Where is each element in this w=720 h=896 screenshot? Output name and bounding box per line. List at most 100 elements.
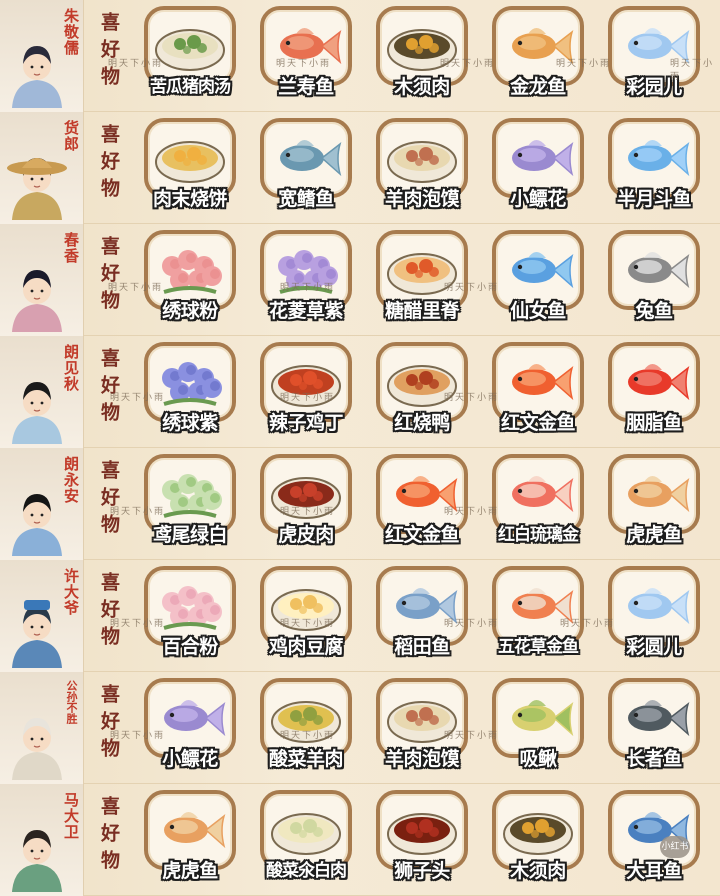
character-panel: 许大爷 [0,560,84,672]
character-preference-sheet: 朱敬儒 喜好物 苦瓜猪肉汤 兰寿鱼 木须肉 金龙鱼 彩园儿 货郎 喜好物 肉末烧饼 宽鳍鱼 羊肉泡馍小… [0,0,720,896]
favorite-item[interactable]: 羊肉泡馍 [372,118,472,220]
item-label: 兔鱼 [635,300,673,322]
item-label: 绣球紫 [162,412,218,434]
item-label: 羊肉泡馍 [384,748,460,770]
character-name: 朗永安 [62,456,80,504]
item-label: 红文金鱼 [384,524,460,546]
watermark-text: 明天下小雨 [444,283,500,293]
item-label: 长者鱼 [626,748,682,770]
item-label: 大耳鱼 [626,860,682,882]
favorite-item[interactable]: 仙女鱼 [488,230,588,332]
favorite-item[interactable]: 狮子头 [372,790,472,892]
watermark-text: 明天下小雨 [280,507,336,517]
favorite-item[interactable]: 肉末烧饼 [140,118,240,220]
favorite-item[interactable]: 虎虎鱼 [140,790,240,892]
item-label: 半月斗鱼 [616,188,692,210]
favorite-item[interactable]: 彩圆儿 [604,566,704,668]
item-label: 仙女鱼 [510,300,566,322]
watermark-text: 明天下小雨 [280,619,336,629]
character-name: 货郎 [62,120,80,152]
favorite-item[interactable]: 红文金鱼 [488,342,588,444]
item-label: 虎皮肉 [278,524,334,546]
character-name: 马大卫 [62,792,80,840]
favorite-item[interactable]: 大耳鱼 [604,790,704,892]
item-label: 虎虎鱼 [162,860,218,882]
item-label: 虎虎鱼 [626,524,682,546]
item-label: 酸菜氽白肉 [266,861,347,881]
character-row: 公孙不胜 喜好物小鳔花 酸菜羊肉 羊肉泡馍 吸鳅 长者鱼 [0,672,720,784]
watermark-text: 明天下小雨 [670,59,715,82]
item-label: 红文金鱼 [500,412,576,434]
item-label: 花菱草紫 [268,300,344,322]
item-label: 鸢尾绿白 [152,524,228,546]
favorite-item[interactable]: 宽鳍鱼 [256,118,356,220]
watermark-text: 明天下小雨 [108,283,164,293]
favorites-heading: 喜好物 [98,796,120,877]
favorites-heading: 喜好物 [98,124,120,205]
item-label: 肉末烧饼 [152,188,228,210]
item-label: 木须肉 [394,76,450,98]
favorites-heading: 喜好物 [98,12,120,93]
character-panel: 公孙不胜 [0,672,84,784]
item-label: 绣球粉 [162,300,218,322]
item-label: 金龙鱼 [510,76,566,98]
watermark-text: 明天下小雨 [444,619,500,629]
character-name: 朱敬儒 [62,8,80,56]
favorite-item[interactable]: 半月斗鱼 [604,118,704,220]
favorite-item[interactable]: 胭脂鱼 [604,342,704,444]
item-label: 宽鳍鱼 [278,188,334,210]
character-row: 马大卫 喜好物虎虎鱼 酸菜氽白肉 狮子头 木须肉 大耳鱼 [0,784,720,896]
watermark-text: 明天下小雨 [444,393,500,403]
character-name: 朗见秋 [62,344,80,392]
item-label: 稻田鱼 [394,636,450,658]
item-label: 酸菜羊肉 [268,748,344,770]
favorite-item[interactable]: 小鳔花 [488,118,588,220]
favorite-item[interactable]: 酸菜氽白肉 [256,790,356,892]
platform-badge: 小红书 [660,836,690,858]
character-panel: 朱敬儒 [0,0,84,112]
favorites-heading: 喜好物 [98,572,120,653]
favorite-item[interactable]: 木须肉 [488,790,588,892]
favorite-item[interactable]: 红白琉璃金 [488,454,588,556]
watermark-text: 明天下小雨 [440,59,496,69]
watermark-text: 明天下小雨 [110,731,166,741]
character-row: 朗永安 喜好物鸢尾绿白 虎皮肉 红文金鱼 红白琉璃金 虎虎鱼 [0,448,720,560]
item-label: 糖醋里脊 [384,300,460,322]
item-label: 红白琉璃金 [498,525,579,545]
favorites-heading: 喜好物 [98,348,120,429]
item-label: 鸡肉豆腐 [268,636,344,658]
character-panel: 马大卫 [0,784,84,896]
watermark-text: 明天下小雨 [280,283,336,293]
item-label: 木须肉 [510,860,566,882]
watermark-text: 明天下小雨 [280,731,336,741]
character-row: 朗见秋 喜好物绣球紫 辣子鸡丁 红烧鸭 红文金鱼 胭脂鱼 [0,336,720,448]
favorite-item[interactable]: 吸鳅 [488,678,588,780]
character-panel: 春香 [0,224,84,336]
favorite-item[interactable]: 虎虎鱼 [604,454,704,556]
watermark-text: 明天下小雨 [556,59,612,69]
watermark-text: 明天下小雨 [108,59,164,69]
character-name: 公孙不胜 [65,680,78,724]
item-label: 辣子鸡丁 [268,412,344,434]
character-panel: 朗见秋 [0,336,84,448]
favorite-item[interactable]: 兔鱼 [604,230,704,332]
item-label: 红烧鸭 [394,412,450,434]
watermark-text: 明天下小雨 [444,507,500,517]
watermark-text: 明天下小雨 [110,393,166,403]
item-label: 吸鳅 [519,748,557,770]
watermark-text: 明天下小雨 [444,731,500,741]
watermark-text: 明天下小雨 [560,619,616,629]
item-label: 百合粉 [162,636,218,658]
character-panel: 货郎 [0,112,84,224]
favorite-item[interactable]: 长者鱼 [604,678,704,780]
item-label: 兰寿鱼 [278,76,334,98]
favorites-heading: 喜好物 [98,684,120,765]
favorites-heading: 喜好物 [98,460,120,541]
character-name: 许大爷 [62,568,80,616]
item-label: 彩圆儿 [626,636,682,658]
item-label: 胭脂鱼 [626,412,682,434]
item-label: 狮子头 [394,860,450,882]
item-label: 小鳔花 [162,748,218,770]
character-panel: 朗永安 [0,448,84,560]
character-name: 春香 [62,232,80,264]
